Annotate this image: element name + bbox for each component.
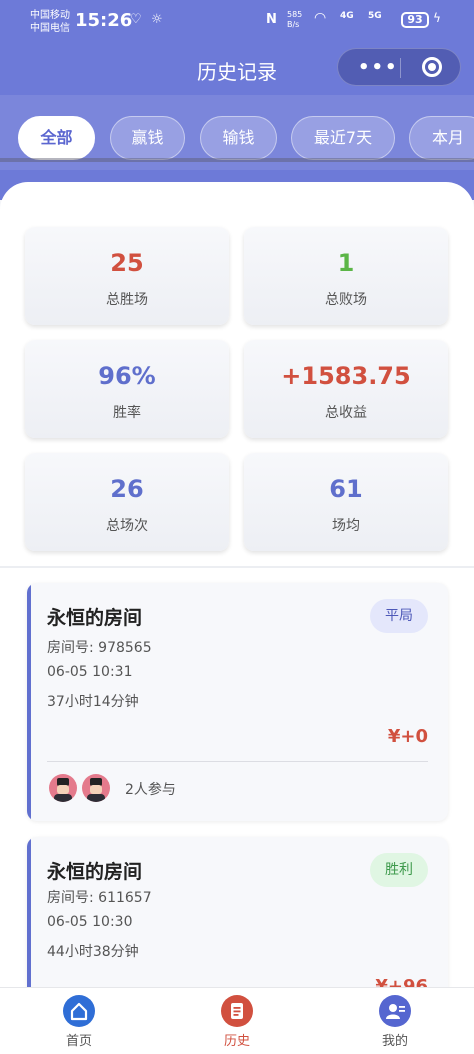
status-bar: 中国移动 中国电信 15:26 ♡ ☼ N 585 B/s ◠ 4G 5G 93… xyxy=(0,0,474,42)
section-divider xyxy=(0,566,474,568)
stat-label: 总收益 xyxy=(325,405,367,421)
stat-value: +1583.75 xyxy=(281,362,411,390)
signal-5g: 5G xyxy=(368,11,382,21)
card-accent-bar xyxy=(27,583,31,821)
history-record-card[interactable]: 永恒的房间 平局 房间号: 978565 06-05 10:31 37小时14分… xyxy=(27,583,448,821)
tab-lose[interactable]: 输钱 xyxy=(200,116,277,160)
tab-this-month[interactable]: 本月 xyxy=(409,116,474,160)
room-title: 永恒的房间 xyxy=(47,861,143,883)
tabbar-profile[interactable]: 我的 xyxy=(316,988,474,1054)
history-record-card[interactable]: 永恒的房间 胜利 房间号: 611657 06-05 10:30 44小时38分… xyxy=(27,837,448,997)
stat-value: 25 xyxy=(110,249,144,277)
tabbar-label: 我的 xyxy=(381,1034,408,1049)
stat-label: 总场次 xyxy=(106,518,148,534)
stat-win-rate: 96% 胜率 xyxy=(25,340,229,438)
carrier-1: 中国移动 xyxy=(30,10,70,21)
avatar xyxy=(49,774,77,802)
tabs-scrollbar xyxy=(0,158,474,162)
charging-icon: ϟ xyxy=(433,11,441,25)
net-speed: 585 B/s xyxy=(287,10,303,29)
profile-icon xyxy=(379,995,411,1027)
carrier-2: 中国电信 xyxy=(30,23,70,34)
stat-total-games: 26 总场次 xyxy=(25,453,229,551)
signal-4g: 4G xyxy=(340,11,354,21)
tabbar-home[interactable]: 首页 xyxy=(0,988,158,1054)
record-datetime: 06-05 10:30 xyxy=(47,914,133,930)
tabbar-label: 首页 xyxy=(65,1034,92,1049)
result-badge: 平局 xyxy=(370,599,428,633)
nfc-icon: N xyxy=(266,12,277,27)
stat-value: 61 xyxy=(329,475,363,503)
stat-total-profit: +1583.75 总收益 xyxy=(244,340,448,438)
clock: 15:26 xyxy=(75,10,133,31)
participant-count: 2人参与 xyxy=(125,782,176,798)
room-number: 房间号: 978565 xyxy=(47,640,152,656)
capsule-divider xyxy=(400,58,401,78)
card-accent-bar xyxy=(27,837,31,997)
stat-value: 96% xyxy=(98,362,156,390)
record-duration: 44小时38分钟 xyxy=(47,944,139,960)
stat-label: 总胜场 xyxy=(106,292,148,308)
stat-average: 61 场均 xyxy=(244,453,448,551)
mini-program-capsule: ••• xyxy=(337,48,461,86)
filter-tabs: 全部 赢钱 输钱 最近7天 本月 xyxy=(0,95,474,170)
weather-icon: ☼ xyxy=(151,12,163,27)
card-divider xyxy=(47,761,428,762)
heart-icon: ♡ xyxy=(130,12,142,27)
target-icon[interactable] xyxy=(422,57,442,77)
stat-label: 总败场 xyxy=(325,292,367,308)
carrier-info: 中国移动 中国电信 xyxy=(30,9,70,35)
room-title: 永恒的房间 xyxy=(47,607,143,629)
room-number: 房间号: 611657 xyxy=(47,890,152,906)
avatar xyxy=(82,774,110,802)
battery-level: 93 xyxy=(407,13,423,26)
tab-win[interactable]: 赢钱 xyxy=(110,116,185,160)
stat-value: 1 xyxy=(337,249,355,277)
more-icon[interactable]: ••• xyxy=(358,57,399,78)
tab-all[interactable]: 全部 xyxy=(18,116,95,160)
stat-total-wins: 25 总胜场 xyxy=(25,227,229,325)
stat-total-losses: 1 总败场 xyxy=(244,227,448,325)
home-icon xyxy=(63,995,95,1027)
wifi-icon: ◠ xyxy=(314,10,327,26)
record-duration: 37小时14分钟 xyxy=(47,694,139,710)
tabbar-label: 历史 xyxy=(223,1034,250,1049)
tabbar-history[interactable]: 历史 xyxy=(158,988,316,1054)
battery-icon: 93 xyxy=(401,12,429,28)
stat-label: 胜率 xyxy=(113,405,141,421)
record-datetime: 06-05 10:31 xyxy=(47,664,133,680)
result-badge: 胜利 xyxy=(370,853,428,887)
history-icon xyxy=(221,995,253,1027)
record-amount: ¥+0 xyxy=(387,726,428,747)
bottom-tab-bar: 首页 历史 我的 xyxy=(0,987,474,1054)
stat-value: 26 xyxy=(110,475,144,503)
tab-last-7-days[interactable]: 最近7天 xyxy=(291,116,395,160)
nav-bar: 历史记录 ••• xyxy=(0,44,474,94)
stat-label: 场均 xyxy=(332,518,360,534)
